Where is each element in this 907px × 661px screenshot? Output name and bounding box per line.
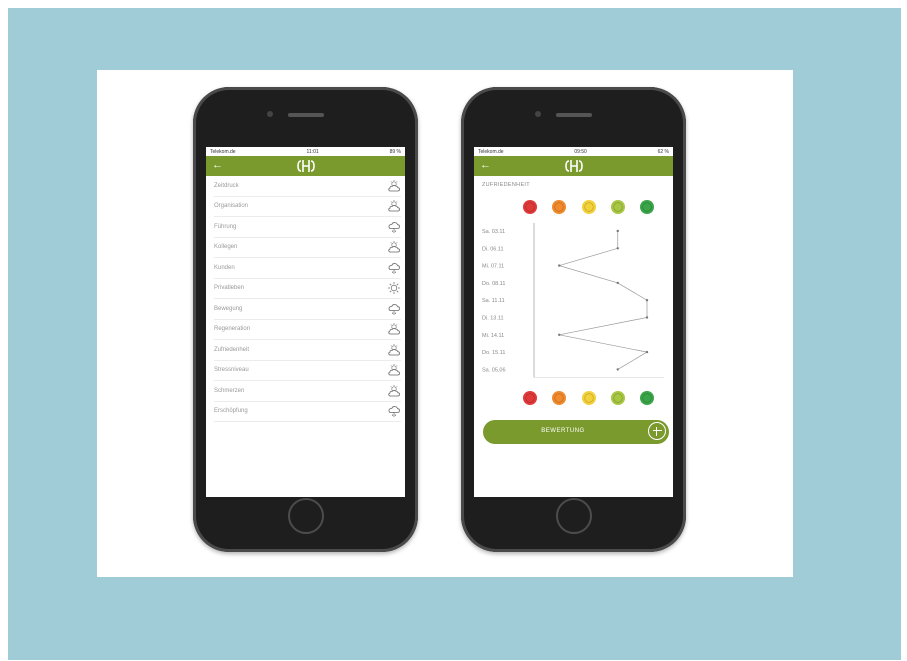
y-tick-label: Sa. 03.11 xyxy=(482,229,505,235)
unhappy-face-icon[interactable] xyxy=(552,391,566,405)
cloud-sun-icon xyxy=(387,199,401,213)
cloud-sun-icon xyxy=(387,179,401,193)
cloud-sun-icon xyxy=(387,363,401,377)
sun-icon xyxy=(387,281,401,295)
y-tick-label: Di. 13.11 xyxy=(482,316,504,322)
y-tick-label: Sa. 11.11 xyxy=(482,298,505,304)
phone-right: Telekom.de 09:50 62 % ← ZUFRIEDENHEIT Sa… xyxy=(461,87,686,552)
list-item[interactable]: Schmerzen xyxy=(214,381,401,402)
camera xyxy=(267,111,273,117)
list-item-label: Regeneration xyxy=(214,326,251,333)
plus-icon[interactable] xyxy=(648,422,666,440)
screen-left: Telekom.de 11:01 89 % ← Zeitdruck Organis… xyxy=(206,147,405,497)
app-logo-icon xyxy=(564,160,583,172)
list-item[interactable]: Zufriedenheit xyxy=(214,340,401,361)
neutral-face-icon[interactable] xyxy=(582,391,596,405)
very-happy-face-icon[interactable] xyxy=(640,200,654,214)
data-point xyxy=(645,350,649,354)
data-point xyxy=(616,229,619,233)
cloud-sun-icon xyxy=(387,384,401,398)
list-item[interactable]: Privatleben xyxy=(214,279,401,299)
status-bar: Telekom.de 09:50 62 % xyxy=(474,147,673,156)
clock: 09:50 xyxy=(574,148,587,155)
series-line xyxy=(558,231,648,370)
status-bar: Telekom.de 11:01 89 % xyxy=(206,147,405,156)
app-logo-icon xyxy=(296,160,315,172)
list-item-label: Bewegung xyxy=(214,305,243,312)
speaker xyxy=(555,113,592,117)
list-item-label: Privatleben xyxy=(214,285,245,292)
rain-cloud-icon xyxy=(387,404,401,418)
data-point xyxy=(616,247,619,250)
list-item[interactable]: Erschöpfung xyxy=(214,402,401,422)
list-item[interactable]: Kunden xyxy=(214,258,401,279)
y-tick-label: Sa. 05.06 xyxy=(482,367,506,373)
carrier: Telekom.de xyxy=(210,148,236,155)
list-item[interactable]: Bewegung xyxy=(214,299,401,320)
very-unhappy-face-icon[interactable] xyxy=(523,391,537,405)
list-item[interactable]: Stressniveau xyxy=(214,361,401,381)
list-item-label: Stressniveau xyxy=(214,367,249,374)
neutral-face-icon[interactable] xyxy=(582,200,596,214)
data-point xyxy=(616,368,619,371)
category-list: Zeitdruck Organisation Führung Kollegen Kund… xyxy=(206,176,405,422)
y-tick-label: Mi. 14.11 xyxy=(482,333,504,339)
carrier: Telekom.de xyxy=(478,148,504,155)
back-arrow-icon[interactable]: ← xyxy=(480,159,491,171)
list-item[interactable]: Organisation xyxy=(214,197,401,217)
phone-left: Telekom.de 11:01 89 % ← Zeitdruck Organis… xyxy=(193,87,418,552)
screen-right: Telekom.de 09:50 62 % ← ZUFRIEDENHEIT Sa… xyxy=(474,147,673,497)
rain-cloud-icon xyxy=(387,302,401,316)
y-tick-label: Di. 06.11 xyxy=(482,246,504,252)
list-item-label: Kunden xyxy=(214,264,235,271)
happy-face-icon[interactable] xyxy=(611,200,625,214)
rating-button[interactable]: BEWERTUNG xyxy=(483,420,669,444)
section-title: ZUFRIEDENHEIT xyxy=(482,182,530,188)
list-item-label: Schmerzen xyxy=(214,387,245,394)
data-point xyxy=(645,316,649,319)
list-item[interactable]: Kollegen xyxy=(214,238,401,258)
y-tick-label: Do. 08.11 xyxy=(482,281,505,287)
camera xyxy=(535,111,541,117)
list-item[interactable]: Führung xyxy=(214,217,401,238)
cloud-sun-icon xyxy=(387,240,401,254)
very-unhappy-face-icon[interactable] xyxy=(523,200,537,214)
home-button[interactable] xyxy=(287,498,324,534)
data-point xyxy=(558,333,561,336)
list-item-label: Erschöpfung xyxy=(214,408,248,415)
speaker xyxy=(287,113,324,117)
unhappy-face-icon[interactable] xyxy=(552,200,566,214)
rain-cloud-icon xyxy=(387,261,401,275)
y-tick-label: Do. 15.11 xyxy=(482,350,505,356)
list-item-label: Zeitdruck xyxy=(214,182,239,189)
app-bar: ← xyxy=(206,156,405,176)
rating-button-label: BEWERTUNG xyxy=(541,428,585,434)
cloud-sun-icon xyxy=(387,343,401,357)
list-item-label: Führung xyxy=(214,223,237,230)
cloud-sun-icon xyxy=(387,322,401,336)
data-point xyxy=(645,299,649,302)
happy-face-icon[interactable] xyxy=(611,391,625,405)
rain-cloud-icon xyxy=(387,220,401,234)
battery: 62 % xyxy=(657,148,669,155)
list-item-label: Kollegen xyxy=(214,244,238,251)
y-tick-label: Mi. 07.11 xyxy=(482,264,504,270)
very-happy-face-icon[interactable] xyxy=(640,391,654,405)
battery: 89 % xyxy=(389,148,401,155)
back-arrow-icon[interactable]: ← xyxy=(212,159,223,171)
list-item[interactable]: Zeitdruck xyxy=(214,176,401,197)
data-point xyxy=(558,264,561,267)
list-item-label: Organisation xyxy=(214,203,249,210)
list-item-label: Zufriedenheit xyxy=(214,346,250,353)
data-point xyxy=(616,281,619,285)
satisfaction-chart: Sa. 03.11 Di. 06.11 Mi. 07.11 Do. 08.11 Sa. … xyxy=(482,200,664,405)
clock: 11:01 xyxy=(306,148,319,155)
app-bar: ← xyxy=(474,156,673,176)
list-item[interactable]: Regeneration xyxy=(214,320,401,340)
home-button[interactable] xyxy=(555,498,592,534)
